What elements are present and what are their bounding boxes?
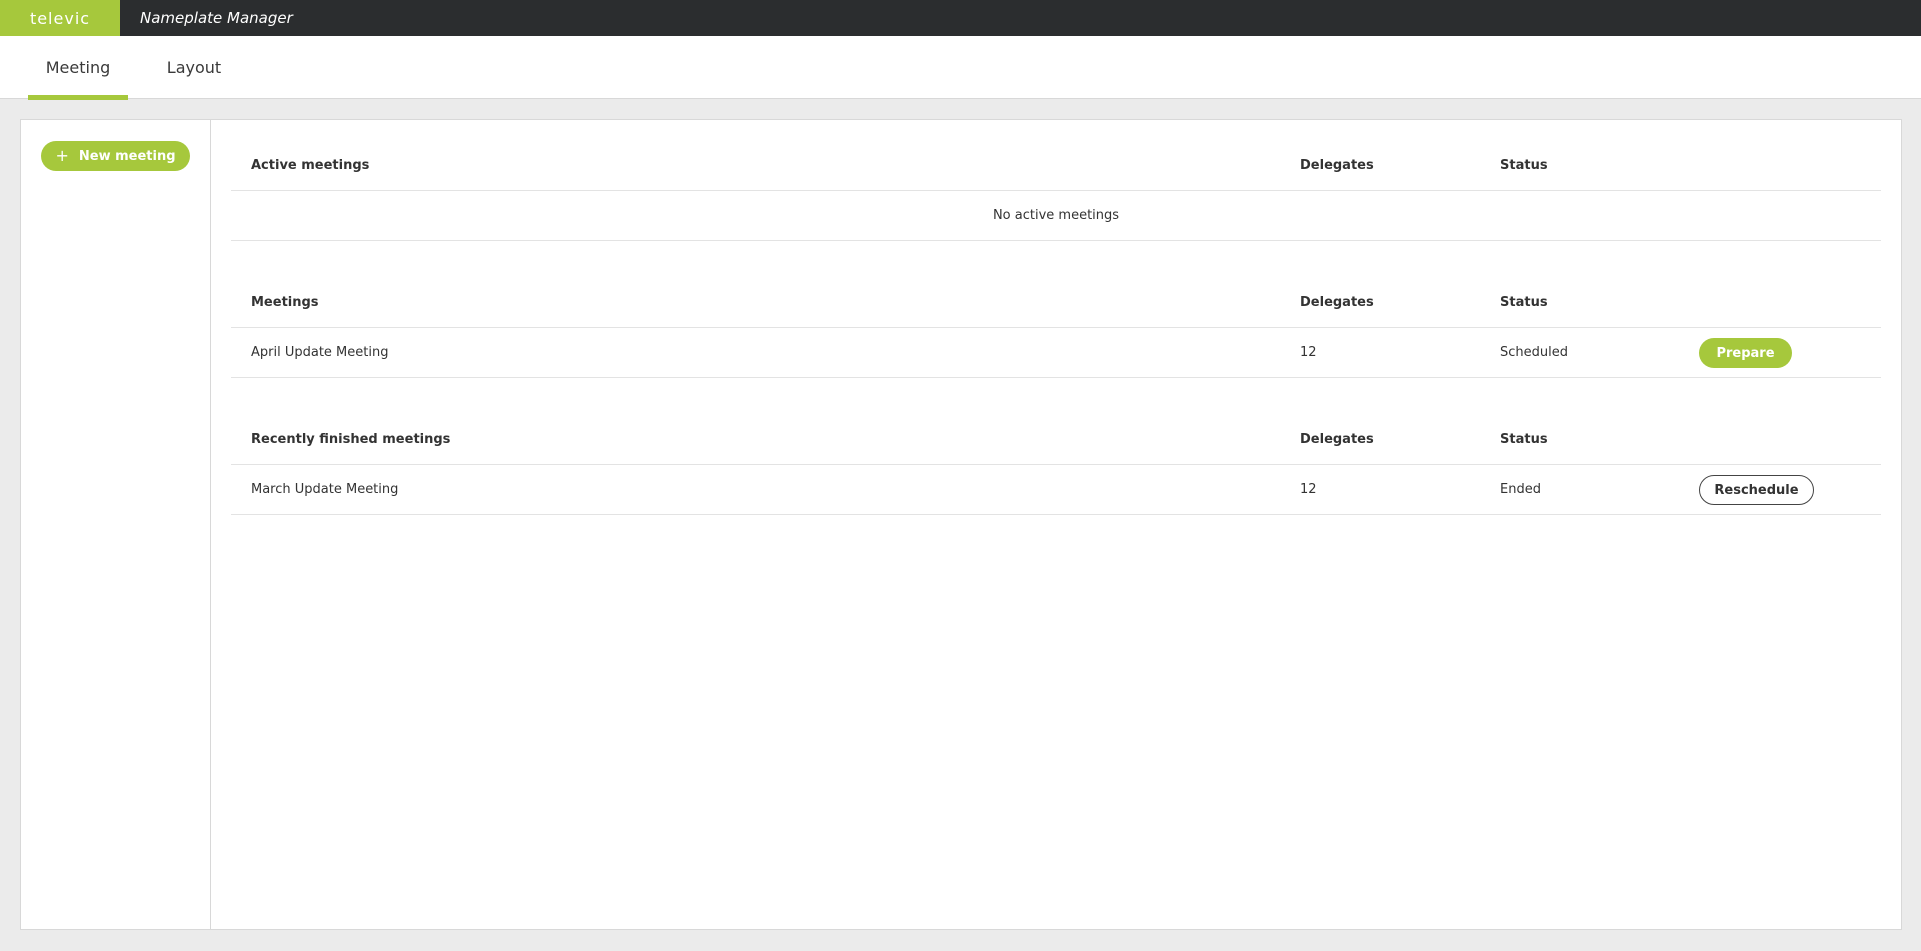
tab-bar: Meeting Layout <box>0 36 1921 100</box>
column-header-delegates: Delegates <box>1300 432 1374 447</box>
empty-state-text: No active meetings <box>231 191 1881 241</box>
table-row: March Update Meeting 12 Ended Reschedule <box>231 465 1881 515</box>
column-header-status: Status <box>1500 295 1548 310</box>
column-header-name: Meetings <box>251 295 319 310</box>
table-row: April Update Meeting 12 Scheduled Prepar… <box>231 328 1881 378</box>
finished-meetings-section: Recently finished meetings Delegates Sta… <box>231 415 1881 515</box>
active-meetings-section: Active meetings Delegates Status No acti… <box>231 141 1881 241</box>
meeting-name: March Update Meeting <box>251 482 399 497</box>
delegate-count: 12 <box>1300 482 1317 497</box>
table-header: Active meetings Delegates Status <box>231 141 1881 191</box>
column-header-status: Status <box>1500 158 1548 173</box>
column-header-status: Status <box>1500 432 1548 447</box>
new-meeting-label: New meeting <box>78 148 176 164</box>
sidebar: + New meeting <box>21 120 211 929</box>
column-header-name: Active meetings <box>251 158 370 173</box>
plus-icon: + <box>55 146 69 165</box>
meetings-section: Meetings Delegates Status April Update M… <box>231 278 1881 378</box>
meeting-status: Scheduled <box>1500 345 1568 360</box>
tab-layout[interactable]: Layout <box>140 36 248 99</box>
column-header-name: Recently finished meetings <box>251 432 451 447</box>
main-panel: + New meeting Active meetings Delegates … <box>20 119 1902 930</box>
new-meeting-button[interactable]: + New meeting <box>41 141 190 171</box>
top-bar: televic Nameplate Manager <box>0 0 1921 36</box>
column-header-delegates: Delegates <box>1300 295 1374 310</box>
app-title: Nameplate Manager <box>140 9 293 27</box>
column-header-delegates: Delegates <box>1300 158 1374 173</box>
meeting-name: April Update Meeting <box>251 345 389 360</box>
televic-logo: televic <box>0 0 120 36</box>
table-header: Recently finished meetings Delegates Sta… <box>231 415 1881 465</box>
reschedule-button[interactable]: Reschedule <box>1699 475 1814 505</box>
meeting-status: Ended <box>1500 482 1541 497</box>
delegate-count: 12 <box>1300 345 1317 360</box>
table-header: Meetings Delegates Status <box>231 278 1881 328</box>
prepare-button[interactable]: Prepare <box>1699 338 1792 368</box>
tab-meeting[interactable]: Meeting <box>28 36 128 100</box>
